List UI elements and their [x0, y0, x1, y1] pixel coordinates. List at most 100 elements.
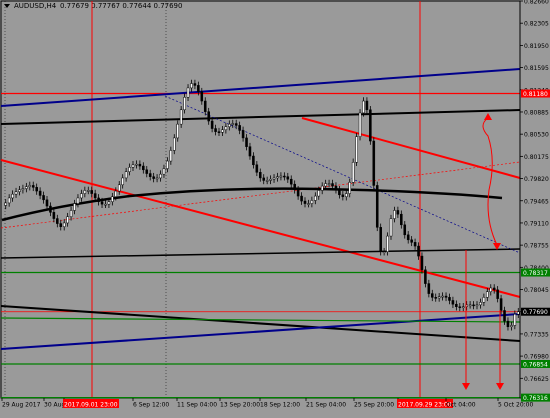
candle-body — [289, 178, 293, 185]
candle-body — [355, 136, 358, 163]
chart-container[interactable]: AUDUSD,H4 0.77679 0.77767 0.77644 0.7769… — [0, 0, 550, 413]
candle-body — [320, 185, 324, 191]
candle-body — [307, 203, 310, 205]
candle-body — [351, 162, 355, 183]
candle-body — [358, 112, 362, 137]
candle-body — [310, 200, 314, 204]
candle-body — [203, 100, 207, 112]
candle-body — [76, 197, 80, 204]
candle-body — [369, 109, 372, 142]
price-chart[interactable]: AUDUSD,H4 0.77679 0.77767 0.77644 0.7769… — [0, 0, 550, 413]
candle-body — [499, 298, 503, 311]
candle-body — [159, 173, 162, 179]
candle-body — [83, 190, 87, 194]
candle-body — [386, 235, 389, 252]
candle-body — [100, 201, 104, 205]
candle-body — [245, 137, 248, 147]
candle-body — [420, 255, 424, 271]
y-tick-label: 0.79820 — [524, 176, 549, 183]
candle-body — [152, 176, 155, 179]
candle-body — [365, 100, 369, 111]
candle-body — [193, 83, 197, 86]
candle-body — [482, 297, 486, 303]
candle-body — [56, 218, 59, 224]
candle-body — [372, 140, 376, 186]
candle-body — [503, 310, 506, 322]
y-tick-label: 0.81595 — [524, 65, 549, 72]
candle-body — [190, 83, 193, 89]
y-tick-label: 0.76625 — [524, 376, 549, 383]
candle-body — [14, 191, 18, 195]
candle-body — [111, 196, 114, 202]
candle-body — [86, 190, 90, 192]
candle-body — [427, 283, 431, 294]
x-tick-label: 30 Aug — [44, 402, 65, 409]
candle-body — [303, 200, 307, 204]
candle-body — [104, 203, 107, 206]
candle-body — [396, 210, 400, 215]
y-tick-label: 0.82660 — [524, 0, 549, 6]
candle-body — [375, 185, 379, 228]
candle-body — [52, 212, 56, 219]
candle-body — [166, 160, 169, 169]
y-tick-label: 0.80530 — [524, 132, 549, 139]
candle-body — [25, 186, 28, 189]
candle-body — [148, 173, 152, 177]
candle-body — [468, 304, 472, 307]
candle-body — [117, 184, 121, 192]
candle-body — [145, 169, 149, 174]
candle-body — [31, 185, 35, 188]
candle-body — [66, 216, 69, 224]
candle-body — [479, 302, 482, 306]
candle-body — [472, 304, 475, 307]
candle-body — [389, 218, 393, 237]
candle-body — [231, 123, 235, 125]
candle-body — [207, 111, 210, 122]
candle-body — [382, 251, 386, 253]
candle-body — [128, 167, 131, 172]
price-label-text: 0.78317 — [523, 270, 548, 277]
candle-body — [210, 120, 214, 129]
candle-body — [279, 175, 283, 178]
candle-body — [379, 227, 382, 252]
candle-body — [4, 202, 8, 206]
candle-body — [241, 130, 245, 139]
candle-body — [7, 197, 11, 204]
candle-body — [176, 123, 180, 139]
candle-body — [338, 189, 341, 196]
candle-body — [107, 201, 111, 205]
candle-body — [413, 242, 417, 247]
candle-body — [513, 313, 517, 326]
candle-body — [234, 123, 238, 126]
candle-body — [417, 245, 420, 257]
candle-body — [430, 293, 434, 298]
candle-body — [42, 195, 45, 201]
candle-body — [200, 91, 204, 102]
candle-body — [444, 295, 448, 298]
candle-body — [300, 195, 303, 202]
candle-body — [179, 109, 183, 125]
x-tick-label: 13 Sep 20:00 — [220, 402, 260, 409]
candle-body — [317, 190, 321, 197]
candle-body — [172, 137, 176, 151]
candle-body — [492, 287, 496, 291]
x-tick-label: 6 Sep 12:00 — [133, 402, 169, 409]
candle-body — [18, 189, 21, 192]
candle-body — [183, 97, 186, 111]
x-axis: 29 Aug 2017 30 Aug2017.09.01 23:00 6 Sep 1… — [1, 398, 533, 409]
candle-body — [252, 155, 255, 166]
ohlc-label: 0.77679 0.77767 0.77644 0.77690 — [60, 2, 182, 10]
candle-body — [11, 193, 14, 199]
candle-body — [341, 194, 345, 197]
candle-body — [489, 287, 493, 292]
candle-body — [344, 193, 348, 197]
candle-body — [283, 175, 286, 178]
candle-body — [90, 190, 94, 194]
y-tick-label: 0.78755 — [524, 243, 549, 250]
candle-body — [45, 199, 49, 207]
candle-body — [28, 185, 32, 187]
candle-body — [362, 100, 365, 114]
y-axis: 0.826600.823050.819500.815950.812400.808… — [519, 0, 550, 403]
candle-body — [73, 203, 76, 211]
y-tick-label: 0.79110 — [524, 220, 549, 227]
